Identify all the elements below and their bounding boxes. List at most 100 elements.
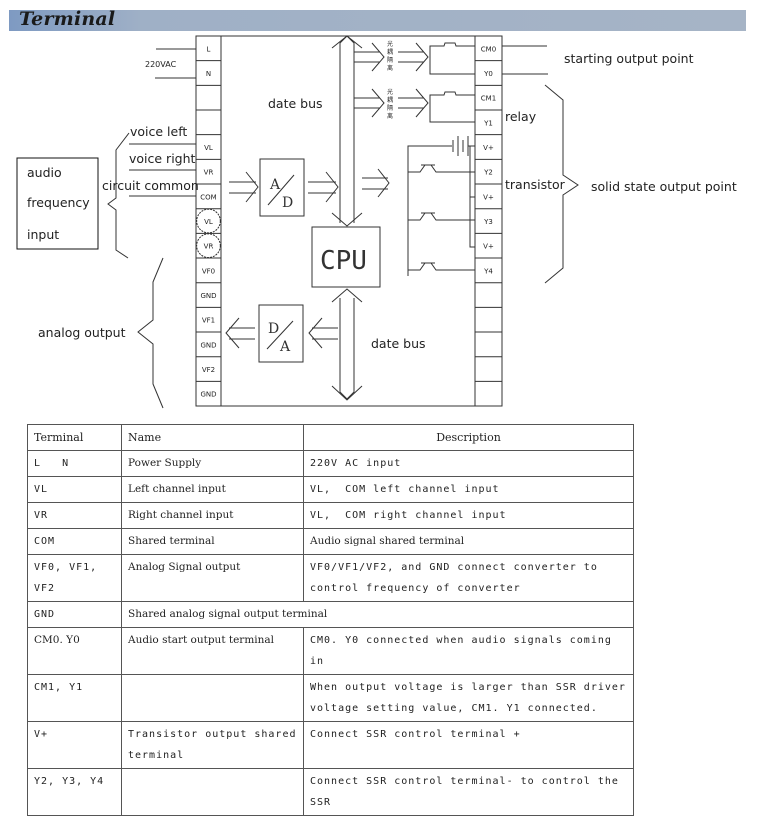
transistor-label: transistor [505,177,566,192]
data-bus-top [339,35,355,223]
solid-state-output-label: solid state output point [591,179,737,194]
table-row: VL Left channel input VL, COM left chann… [27,476,634,503]
power-label: 220VAC [145,60,177,69]
ad-converter-top: A [269,177,281,193]
table-row: GND Shared analog signal output terminal [27,601,634,628]
cell-terminal: VR [27,502,122,529]
analog-output-brace [137,257,164,409]
left-terminal-label: VR [204,169,214,177]
left-terminal-label: GND [200,341,216,349]
left-terminal-label: VL [204,218,213,226]
left-terminal-label: VL [204,144,213,152]
arrow-bus-to-da [308,317,338,349]
starting-output-label: starting output point [564,51,694,66]
cell-description: CM0. Y0 connected when audio signals com… [303,627,634,675]
left-terminal-label: N [206,70,211,78]
right-terminal-label: Y0 [483,70,493,78]
left-terminal-label: GND [200,391,216,399]
right-terminal-label: V+ [483,193,494,201]
left-terminal-label: VF1 [202,317,215,325]
input-box-line-3: input [27,227,59,242]
input-box-line-2: frequency [27,195,90,210]
cell-description: Audio signal shared terminal [303,528,634,555]
cell-description: VL, COM right channel input [303,502,634,529]
cell-terminal: CM1, Y1 [27,674,122,722]
left-terminal-label: COM [200,193,216,201]
ad-converter-bottom: D [282,195,293,211]
voice-left-label: voice left [130,124,187,139]
optocoupler-char: 光 [387,40,393,48]
header-name: Name [121,424,304,451]
cell-name: Power Supply [121,450,304,477]
arrow-into-ad [229,171,259,203]
left-terminal-label: GND [200,292,216,300]
right-terminal-label: Y2 [483,169,493,177]
cell-name: Shared analog signal output terminal [121,601,634,628]
cell-name: Transistor output shared terminal [121,721,304,769]
cell-terminal: VF0, VF1, VF2 [27,554,122,602]
left-terminal-label: VF2 [202,366,215,374]
cell-terminal: COM [27,528,122,555]
right-terminal-label: Y1 [483,119,493,127]
cell-description: VF0/VF1/VF2, and GND connect converter t… [303,554,634,602]
optocoupler-2-label: 光耦隔离 [387,88,393,120]
table-row: Y2, Y3, Y4 Connect SSR control terminal-… [27,768,634,816]
optocoupler-char: 隔 [387,56,393,64]
cell-terminal: VL [27,476,122,503]
cell-name: Left channel input [121,476,304,503]
data-bus-cpu-arrowhead [331,212,363,227]
cell-description: When output voltage is larger than SSR d… [303,674,634,722]
opto-arrow-4 [398,88,429,118]
table-row: VR Right channel input VL, COM right cha… [27,502,634,529]
circuit-common-label: circuit common [102,178,199,193]
data-bus-bottom [339,298,355,400]
relay-label: relay [505,109,537,124]
left-terminal-label: VF0 [202,267,215,275]
cell-terminal: GND [27,601,122,628]
battery-icon [452,136,469,156]
terminal-wiring-diagram: L N VL VR COM VL VR VF0 GND VF1 GND VF2 GND CM0 Y0 CM1… [16,35,737,409]
opto-arrow-3 [354,88,385,118]
left-terminal-strip: L N VL VR COM VL VR VF0 GND VF1 GND VF2 GND [196,45,221,399]
transistor-y4 [408,262,475,271]
left-terminal-label: VR [204,243,214,251]
cell-name: Shared terminal [121,528,304,555]
relay-contact-1 [429,42,475,75]
optocoupler-char: 耦 [387,96,393,104]
module-outline [195,35,503,407]
cell-name [121,768,304,816]
voice-right-label: voice right [129,151,196,166]
cell-terminal: CM0. Y0 [27,627,122,675]
table-row: VF0, VF1, VF2 Analog Signal output VF0/V… [27,554,634,602]
da-converter-bottom: A [279,339,291,355]
analog-output-label: analog output [38,325,126,340]
table-row: CM0. Y0 Audio start output terminal CM0.… [27,627,634,675]
cell-terminal: Y2, Y3, Y4 [27,768,122,816]
optocoupler-char: 离 [387,64,393,72]
table-header-row: Terminal Name Description [27,424,634,451]
right-terminal-label: Y3 [483,218,493,226]
table-row: CM1, Y1 When output voltage is larger th… [27,674,634,722]
optocoupler-char: 耦 [387,48,393,56]
cell-description: Connect SSR control terminal- to control… [303,768,634,816]
right-terminal-label: V+ [483,243,494,251]
table-row: L N Power Supply 220V AC input [27,450,634,477]
right-terminal-label: CM1 [481,95,496,103]
transistor-y3 [408,212,475,221]
table-row: V+ Transistor output shared terminal Con… [27,721,634,769]
optocoupler-1-label: 光耦隔离 [387,40,393,72]
data-bus-bottom-label: date bus [371,336,426,351]
arrow-ad-to-bus [308,171,339,203]
optocoupler-char: 光 [387,88,393,96]
cell-name: Analog Signal output [121,554,304,602]
optocoupler-char: 隔 [387,104,393,112]
header-terminal: Terminal [27,424,122,451]
right-terminal-label: CM0 [481,45,496,53]
cell-description: VL, COM left channel input [303,476,634,503]
right-terminal-label: V+ [483,144,494,152]
cell-description: Connect SSR control terminal + [303,721,634,769]
arrow-da-to-terminals [225,317,255,349]
cell-terminal: L N [27,450,122,477]
cell-name: Audio start output terminal [121,627,304,675]
terminal-table: Terminal Name Description L N Power Supp… [27,424,634,816]
